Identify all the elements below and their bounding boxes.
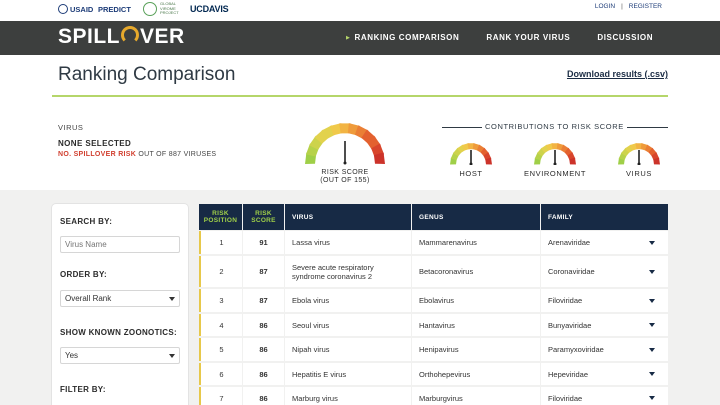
expand-row-icon[interactable] bbox=[649, 269, 655, 274]
virus-label: VIRUS bbox=[58, 123, 84, 132]
genus-cell: Ebolavirus bbox=[412, 289, 541, 312]
virus-gauge-label: VIRUS bbox=[626, 169, 652, 178]
gvp-logo[interactable]: GLOBAL VIROME PROJECT bbox=[143, 2, 186, 16]
dropdown-arrow-icon bbox=[169, 297, 175, 301]
table-header: RISK POSITION RISK SCORE VIRUS GENUS FAM… bbox=[199, 204, 668, 230]
known-zoonotics-heading: SHOW KNOWN ZOONOTICS: bbox=[60, 328, 177, 337]
risk-score-cell: 86 bbox=[243, 363, 285, 385]
risk-score-cell: 87 bbox=[243, 256, 285, 287]
genus-cell: Marburgvirus bbox=[412, 387, 541, 405]
download-results-link[interactable]: Download results (.csv) bbox=[567, 69, 668, 79]
risk-score-label: RISK SCORE (OUT OF 155) bbox=[320, 169, 370, 184]
risk-position-cell: 5 bbox=[201, 338, 243, 361]
order-by-select[interactable]: Overall Rank bbox=[60, 290, 180, 307]
risk-position-cell: 4 bbox=[201, 314, 243, 336]
column-family[interactable]: FAMILY bbox=[541, 204, 668, 230]
family-cell: Paramyxoviridae bbox=[541, 338, 668, 361]
title-divider bbox=[52, 95, 668, 97]
risk-position-cell: 3 bbox=[201, 289, 243, 312]
register-link[interactable]: REGISTER bbox=[629, 3, 662, 10]
genus-cell: Betacoronavirus bbox=[412, 256, 541, 287]
table-row[interactable]: 3 87 Ebola virus Ebolavirus Filoviridae bbox=[199, 289, 668, 312]
family-cell: Bunyaviridae bbox=[541, 314, 668, 336]
filter-by-heading: FILTER BY: bbox=[60, 385, 106, 394]
ucdavis-logo[interactable]: UCDAVIS bbox=[190, 2, 229, 16]
search-by-heading: SEARCH BY: bbox=[60, 217, 113, 226]
virus-name-cell: Lassa virus bbox=[285, 231, 412, 254]
table-row[interactable]: 2 87 Severe acute respiratory syndrome cor… bbox=[199, 256, 668, 287]
family-cell: Coronaviridae bbox=[541, 256, 668, 287]
order-by-heading: ORDER BY: bbox=[60, 270, 107, 279]
genus-cell: Orthohepevirus bbox=[412, 363, 541, 385]
risk-position-cell: 2 bbox=[201, 256, 243, 287]
nav-item-rank-your-virus[interactable]: RANK YOUR VIRUS bbox=[486, 33, 570, 42]
virus-name-cell: Ebola virus bbox=[285, 289, 412, 312]
expand-row-icon[interactable] bbox=[649, 372, 655, 376]
virus-gauge-icon bbox=[618, 143, 660, 165]
expand-row-icon[interactable] bbox=[649, 323, 655, 327]
risk-score-cell: 91 bbox=[243, 231, 285, 254]
auth-links: LOGIN | REGISTER bbox=[595, 3, 662, 10]
table-row[interactable]: 4 86 Seoul virus Hantavirus Bunyaviridae bbox=[199, 314, 668, 336]
predict-logo[interactable]: PREDICT bbox=[98, 2, 131, 16]
risk-position-cell: 1 bbox=[201, 231, 243, 254]
column-risk-position[interactable]: RISK POSITION bbox=[199, 204, 243, 230]
table-row[interactable]: 6 86 Hepatitis E virus Orthohepevirus Hepevi… bbox=[199, 363, 668, 385]
table-row[interactable]: 7 86 Marburg virus Marburgvirus Filoviridae bbox=[199, 387, 668, 405]
virus-name-cell: Severe acute respiratory syndrome corona… bbox=[285, 256, 412, 287]
known-zoonotics-select[interactable]: Yes bbox=[60, 347, 180, 364]
login-link[interactable]: LOGIN bbox=[595, 3, 615, 10]
table-row[interactable]: 1 91 Lassa virus Mammarenavirus Arenaviridae bbox=[199, 231, 668, 254]
genus-cell: Hantavirus bbox=[412, 314, 541, 336]
spillover-logo[interactable]: SPILL VER bbox=[58, 25, 185, 49]
partner-bar: USAID PREDICT GLOBAL VIROME PROJECT UCDA… bbox=[0, 0, 720, 21]
risk-score-cell: 86 bbox=[243, 338, 285, 361]
expand-row-icon[interactable] bbox=[649, 396, 655, 400]
virus-name-cell: Hepatitis E virus bbox=[285, 363, 412, 385]
genus-cell: Mammarenavirus bbox=[412, 231, 541, 254]
genus-cell: Henipavirus bbox=[412, 338, 541, 361]
risk-score-cell: 86 bbox=[243, 387, 285, 405]
spillover-risk-text: NO. SPILLOVER RISK OUT OF 887 VIRUSES bbox=[58, 151, 217, 158]
active-caret-icon: ▶ bbox=[346, 35, 351, 41]
expand-row-icon[interactable] bbox=[649, 347, 655, 352]
family-cell: Hepeviridae bbox=[541, 363, 668, 385]
environment-gauge-icon bbox=[534, 143, 576, 165]
contributions-heading: CONTRIBUTIONS TO RISK SCORE bbox=[442, 122, 668, 132]
usaid-logo[interactable]: USAID bbox=[58, 2, 93, 16]
risk-score-gauge-icon bbox=[305, 123, 385, 165]
column-risk-score[interactable]: RISK SCORE bbox=[243, 204, 285, 230]
page-title: Ranking Comparison bbox=[58, 64, 236, 85]
virus-name-cell: Seoul virus bbox=[285, 314, 412, 336]
nav-items: ▶ RANKING COMPARISON RANK YOUR VIRUS DISC… bbox=[346, 33, 680, 42]
risk-score-cell: 86 bbox=[243, 314, 285, 336]
host-gauge-label: HOST bbox=[459, 169, 483, 178]
expand-row-icon[interactable] bbox=[649, 298, 655, 303]
host-gauge-icon bbox=[450, 143, 492, 165]
risk-score-cell: 87 bbox=[243, 289, 285, 312]
dropdown-arrow-icon bbox=[169, 354, 175, 358]
usaid-seal-icon bbox=[58, 4, 68, 14]
expand-row-icon[interactable] bbox=[649, 240, 655, 245]
selected-virus: NONE SELECTED bbox=[58, 139, 132, 148]
column-virus[interactable]: VIRUS bbox=[285, 204, 412, 230]
auth-separator: | bbox=[621, 3, 623, 10]
main-nav: SPILL VER ▶ RANKING COMPARISON RANK YOUR V… bbox=[0, 21, 720, 55]
nav-item-ranking-comparison[interactable]: ▶ RANKING COMPARISON bbox=[346, 33, 459, 42]
risk-position-cell: 7 bbox=[201, 387, 243, 405]
nav-item-discussion[interactable]: DISCUSSION bbox=[597, 33, 653, 42]
environment-gauge-label: ENVIRONMENT bbox=[523, 169, 587, 178]
family-cell: Arenaviridae bbox=[541, 231, 668, 254]
virus-name-search-input[interactable] bbox=[60, 236, 180, 253]
virus-name-cell: Marburg virus bbox=[285, 387, 412, 405]
table-row[interactable]: 5 86 Nipah virus Henipavirus Paramyxoviridae bbox=[199, 338, 668, 361]
family-cell: Filoviridae bbox=[541, 387, 668, 405]
gauge-o-icon bbox=[121, 26, 140, 44]
family-cell: Filoviridae bbox=[541, 289, 668, 312]
globe-icon bbox=[143, 2, 157, 16]
column-genus[interactable]: GENUS bbox=[412, 204, 541, 230]
risk-position-cell: 6 bbox=[201, 363, 243, 385]
virus-name-cell: Nipah virus bbox=[285, 338, 412, 361]
filter-sidebar: SEARCH BY: ORDER BY: Overall Rank SHOW K… bbox=[52, 204, 188, 405]
